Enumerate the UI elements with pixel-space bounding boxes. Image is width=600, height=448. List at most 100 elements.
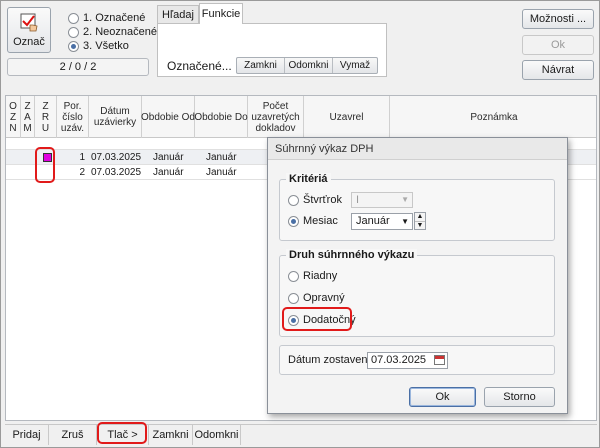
tab-panel: Označené... Zamkni Odomkni Vymaž (157, 23, 387, 77)
unlock-button[interactable]: Odomkni (285, 58, 333, 73)
lock-row-button-label: Zamkni (152, 429, 189, 441)
date-group: Dátum zostavenia: 07.03.2025 (279, 345, 555, 375)
spin-up-icon[interactable]: ▲ (415, 213, 425, 222)
col-ozn[interactable]: O Z N (6, 96, 21, 138)
back-button-label: Návrat (541, 64, 575, 76)
type-radio-corrective[interactable]: Opravný (288, 292, 345, 304)
filter-label-1: 1. Označené (83, 12, 146, 24)
radio-icon (288, 194, 299, 206)
chevron-down-icon: ▼ (401, 217, 409, 226)
lock-button-label: Zamkni (244, 60, 277, 71)
filter-radio-3[interactable]: 3. Všetko (68, 39, 129, 53)
mark-button-label: Označ (13, 36, 45, 48)
checkbox-hand-icon (20, 13, 40, 33)
date-input[interactable]: 07.03.2025 (367, 352, 448, 369)
mark-button[interactable]: Označ (7, 7, 51, 53)
month-value: Január (356, 215, 390, 227)
month-select[interactable]: Január ▼ (351, 213, 413, 230)
dialog-cancel-label: Storno (503, 391, 536, 403)
date-value: 07.03.2025 (371, 354, 427, 366)
chevron-down-icon: ▼ (401, 195, 409, 204)
ok-button-label: Ok (550, 39, 566, 51)
row-number: 2 (79, 167, 85, 178)
back-button[interactable]: Návrat (522, 60, 594, 80)
tab-hladaj-label: Hľadaj (162, 8, 194, 21)
highlight-zru-marker (35, 147, 55, 183)
col-note[interactable]: Poznámka (390, 96, 596, 138)
cancel-row-button-label: Zruš (61, 429, 84, 441)
col-note-label: Poznámka (470, 111, 518, 123)
col-count-label: Počet uzavretých dokladov (251, 100, 300, 134)
row-from: Január (153, 152, 184, 163)
lock-button[interactable]: Zamkni (237, 58, 285, 73)
col-to[interactable]: Obdobie Do (194, 96, 248, 138)
col-to-label: Obdobie Do (194, 111, 248, 123)
radio-selected-icon (288, 215, 299, 227)
filter-radio-2[interactable]: 2. Neoznačené (68, 25, 157, 39)
row-number: 1 (79, 152, 85, 163)
col-closed-by-label: Uzavrel (329, 111, 364, 123)
calendar-icon[interactable] (434, 355, 445, 365)
quarter-select[interactable]: I ▼ (351, 192, 413, 208)
month-radio[interactable]: Mesiac (288, 215, 338, 227)
highlight-print-button (97, 422, 147, 444)
filter-label-3: 3. Všetko (83, 40, 129, 52)
month-label: Mesiac (303, 215, 338, 227)
row-from: Január (153, 167, 184, 178)
dialog-cancel-button[interactable]: Storno (484, 387, 555, 407)
dialog-ok-label: Ok (435, 391, 450, 403)
quarter-value: I (356, 194, 360, 206)
row-date: 07.03.2025 (91, 167, 142, 178)
add-button[interactable]: Pridaj (5, 425, 49, 445)
ok-button-disabled[interactable]: Ok (522, 35, 594, 55)
col-zam[interactable]: Z A M (21, 96, 35, 138)
options-button-label: Možnosti ... (529, 13, 587, 25)
summary-vat-dialog: Súhrnný výkaz DPH Kritériá Štvrťrok I ▼ … (267, 137, 568, 414)
col-date[interactable]: Dátum uzávierky (89, 96, 142, 138)
row-date: 07.03.2025 (91, 152, 142, 163)
delete-button-label: Vymaž (339, 60, 371, 71)
radio-icon (68, 12, 79, 24)
col-ozn-label: O Z N (9, 100, 17, 134)
col-zru-label: Z R U (41, 100, 50, 134)
report-type-group: Druh súhrnného výkazu Riadny Opravný Dod… (279, 249, 555, 337)
month-spinner[interactable]: ▲ ▼ (414, 212, 426, 230)
row-to: Január (206, 167, 237, 178)
spin-down-icon[interactable]: ▼ (415, 222, 425, 230)
col-zru[interactable]: Z R U (35, 96, 57, 138)
tab-funkcie-label: Funkcie (201, 8, 241, 20)
col-number[interactable]: Por. číslo uzáv. (57, 96, 89, 138)
tab-funkcie[interactable]: Funkcie (199, 3, 243, 24)
col-from[interactable]: Obdobie Od (141, 96, 195, 138)
bottom-toolbar: Pridaj Zruš Tlač > Zamkni Odomkni (5, 424, 597, 445)
counter-box: 2 / 0 / 2 (7, 58, 149, 76)
radio-icon (68, 26, 79, 38)
lock-row-button[interactable]: Zamkni (149, 425, 193, 445)
type-radio-regular[interactable]: Riadny (288, 270, 337, 282)
unlock-row-button[interactable]: Odomkni (193, 425, 241, 445)
quarter-radio[interactable]: Štvrťrok (288, 194, 342, 206)
marked-label: Označené... (167, 59, 232, 73)
radio-icon (288, 270, 299, 282)
type-label-regular: Riadny (303, 270, 338, 282)
col-zam-label: Z A M (23, 100, 32, 134)
counter-text: 2 / 0 / 2 (59, 61, 97, 73)
col-count[interactable]: Počet uzavretých dokladov (248, 96, 304, 138)
options-button[interactable]: Možnosti ... (522, 9, 594, 29)
radio-selected-icon (68, 40, 79, 52)
grid-header: O Z N Z A M Z R U Por. číslo uzáv. Dátum… (6, 96, 596, 138)
radio-icon (288, 292, 299, 304)
dialog-titlebar[interactable]: Súhrnný výkaz DPH (268, 138, 567, 160)
delete-button[interactable]: Vymaž (333, 58, 377, 73)
dialog-title: Súhrnný výkaz DPH (275, 142, 374, 155)
filter-radio-1[interactable]: 1. Označené (68, 11, 145, 25)
col-closed-by[interactable]: Uzavrel (304, 96, 390, 138)
filter-label-2: 2. Neoznačené (83, 26, 157, 38)
dialog-ok-button[interactable]: Ok (409, 387, 476, 407)
cancel-row-button[interactable]: Zruš (49, 425, 97, 445)
tab-hladaj[interactable]: Hľadaj (157, 5, 199, 23)
criteria-legend: Kritériá (286, 173, 331, 185)
date-label: Dátum zostavenia: (288, 354, 380, 366)
col-number-label: Por. číslo uzáv. (60, 100, 85, 134)
type-label-corrective: Opravný (303, 292, 345, 304)
